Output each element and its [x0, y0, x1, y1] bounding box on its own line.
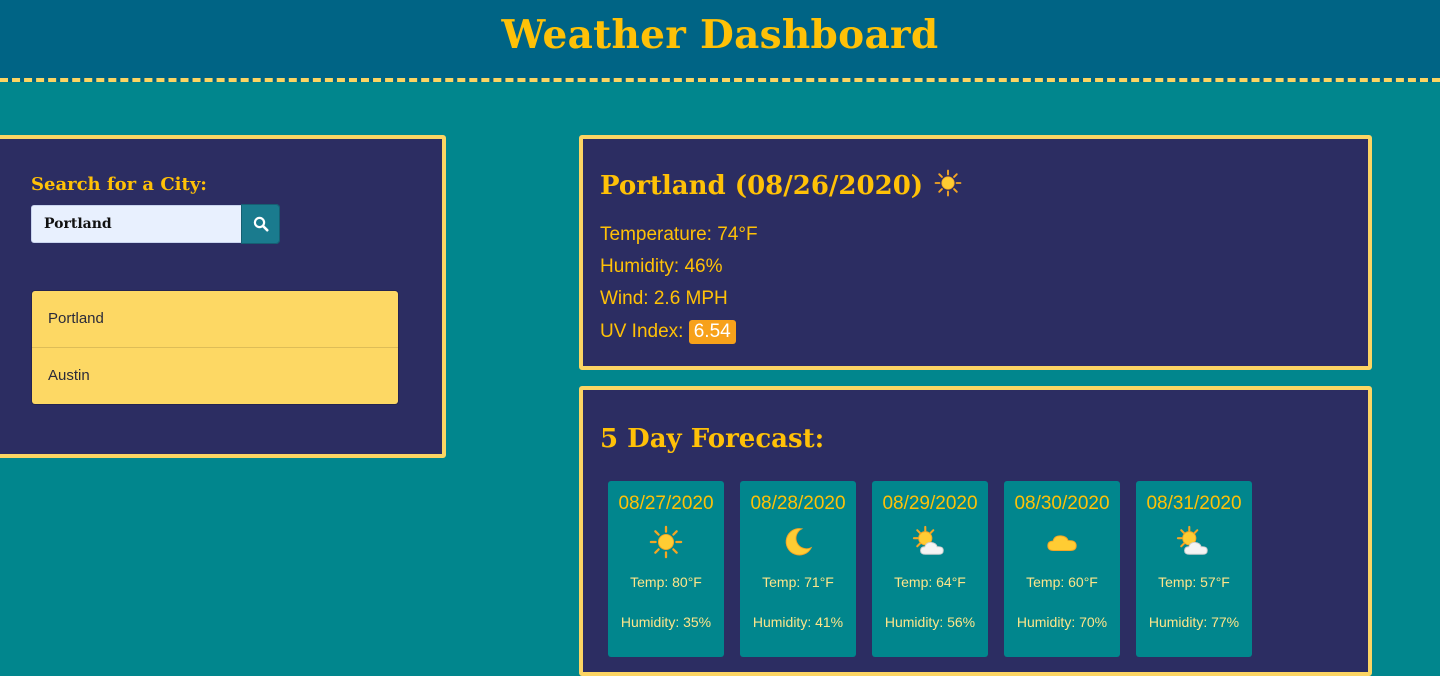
history-item-portland[interactable]: Portland [32, 291, 398, 347]
forecast-temp: Temp: 64°F [894, 574, 966, 590]
search-icon [253, 216, 268, 232]
search-history-list: Portland Austin [31, 290, 399, 405]
forecast-date: 08/28/2020 [750, 493, 846, 514]
sun-icon [934, 169, 962, 197]
current-weather-panel: Portland (08/26/2020) Temperature: 74°F … [579, 135, 1372, 370]
forecast-humidity: Humidity: 77% [1148, 614, 1240, 630]
forecast-panel: 5 Day Forecast: 08/27/2020 Temp: 80°F Hu… [579, 386, 1372, 676]
forecast-card: 08/30/2020 Temp: 60°F Humidity: 70% [1004, 481, 1120, 657]
forecast-date: 08/27/2020 [618, 493, 714, 514]
uv-index-label: UV Index: [600, 321, 684, 342]
forecast-card: 08/28/2020 Temp: 71°F Humidity: 41% [740, 481, 856, 657]
page-header: Weather Dashboard [0, 0, 1440, 82]
cloud-icon [1047, 535, 1077, 551]
forecast-humidity: Humidity: 41% [752, 614, 844, 630]
forecast-card: 08/29/2020 Temp: 64°F Humidity: 56% [872, 481, 988, 657]
history-item-austin[interactable]: Austin [32, 347, 398, 404]
search-panel: Search for a City: Portland Austin [0, 135, 446, 458]
sun-icon [649, 525, 683, 559]
current-temperature: Temperature: 74°F [600, 224, 758, 245]
forecast-date: 08/31/2020 [1146, 493, 1242, 514]
partly-cloudy-icon [1176, 525, 1208, 555]
forecast-card: 08/27/2020 Temp: 80°F Humidity: 35% [608, 481, 724, 657]
forecast-temp: Temp: 80°F [630, 574, 702, 590]
current-uv-row: UV Index: 6.54 [600, 320, 736, 344]
current-city-title: Portland (08/26/2020) [600, 171, 924, 201]
uv-index-badge: 6.54 [688, 320, 736, 344]
search-button[interactable] [241, 204, 280, 244]
current-city-heading: Portland (08/26/2020) [600, 169, 962, 201]
search-label: Search for a City: [31, 174, 207, 195]
forecast-humidity: Humidity: 35% [620, 614, 712, 630]
forecast-title: 5 Day Forecast: [600, 424, 825, 454]
moon-icon [785, 528, 813, 556]
current-wind: Wind: 2.6 MPH [600, 288, 728, 309]
forecast-temp: Temp: 60°F [1026, 574, 1098, 590]
forecast-card: 08/31/2020 Temp: 57°F Humidity: 77% [1136, 481, 1252, 657]
forecast-date: 08/30/2020 [1014, 493, 1110, 514]
forecast-temp: Temp: 71°F [762, 574, 834, 590]
page-title: Weather Dashboard [501, 12, 939, 58]
forecast-humidity: Humidity: 70% [1016, 614, 1108, 630]
city-search-input[interactable] [31, 205, 242, 243]
forecast-humidity: Humidity: 56% [884, 614, 976, 630]
forecast-temp: Temp: 57°F [1158, 574, 1230, 590]
current-humidity: Humidity: 46% [600, 256, 723, 277]
forecast-date: 08/29/2020 [882, 493, 978, 514]
partly-cloudy-icon [912, 525, 944, 555]
